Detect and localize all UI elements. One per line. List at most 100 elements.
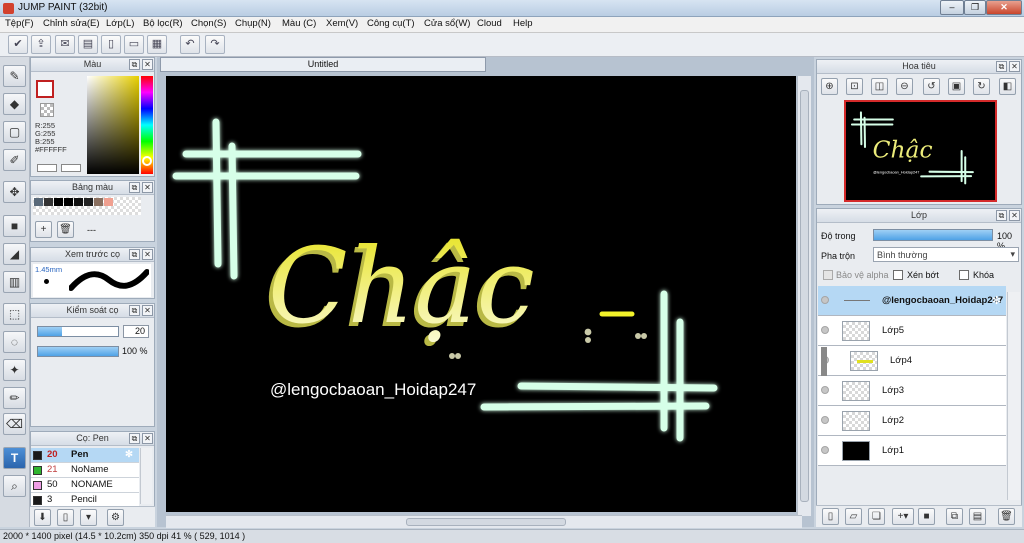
- menu-capture[interactable]: Chụp(N): [235, 18, 271, 29]
- visibility-eye-icon[interactable]: [821, 416, 829, 424]
- panel-detach-icon[interactable]: ⧉: [129, 59, 140, 70]
- menu-tools[interactable]: Công cụ(T): [367, 18, 415, 29]
- navigator-thumbnail[interactable]: Chậc @lengocbaoan_Hoidap247: [844, 100, 997, 202]
- layer-row[interactable]: Lớp3: [818, 376, 1006, 406]
- foreground-color-swatch[interactable]: [36, 80, 54, 98]
- palette-swatch[interactable]: [64, 198, 73, 206]
- hue-handle[interactable]: [142, 156, 152, 166]
- select-eraser-icon[interactable]: ⌫: [3, 413, 26, 435]
- brush-item[interactable]: 21 NoName: [31, 463, 139, 478]
- menu-select[interactable]: Chọn(S): [191, 18, 226, 29]
- move-tool-icon[interactable]: ✥: [3, 181, 26, 203]
- brush-size-slider[interactable]: [37, 326, 119, 337]
- brush-settings-icon[interactable]: ⚙: [107, 509, 124, 526]
- gradient-tool-icon[interactable]: ▥: [3, 271, 26, 293]
- delete-layer-icon[interactable]: 🗑: [998, 508, 1015, 525]
- panel-close-icon[interactable]: ✕: [142, 249, 153, 260]
- panel-detach-icon[interactable]: ⧉: [129, 433, 140, 444]
- document-tab[interactable]: Untitled: [160, 57, 486, 72]
- rotate-right-icon[interactable]: ↻: [973, 78, 990, 95]
- flip-icon[interactable]: ◧: [999, 78, 1016, 95]
- undo-icon[interactable]: ↶: [180, 35, 200, 54]
- pen-tool-icon[interactable]: ✐: [3, 149, 26, 171]
- drawing-canvas[interactable]: Chậc Chậc @lengocbaoan_Hoidap247: [166, 76, 796, 512]
- menu-filter[interactable]: Bộ lọc(R): [143, 18, 183, 29]
- palette-swatch[interactable]: [44, 198, 53, 206]
- panel-detach-icon[interactable]: ⧉: [129, 305, 140, 316]
- panel-detach-icon[interactable]: ⧉: [129, 182, 140, 193]
- palette-swatch[interactable]: [54, 198, 63, 206]
- close-button[interactable]: ✕: [986, 0, 1022, 15]
- eraser-tool-icon[interactable]: ◆: [3, 93, 26, 115]
- maximize-button[interactable]: ❐: [964, 0, 986, 15]
- lock-checkbox[interactable]: [959, 270, 969, 280]
- panel-close-icon[interactable]: ✕: [142, 182, 153, 193]
- layer-add-menu-icon[interactable]: +▾: [892, 508, 914, 525]
- menu-color[interactable]: Màu (C): [282, 18, 316, 29]
- blend-mode-select[interactable]: Bình thường ▾: [873, 247, 1019, 262]
- gear-icon[interactable]: ✻: [992, 294, 1001, 307]
- rotate-left-icon[interactable]: ↺: [923, 78, 940, 95]
- fit-screen-icon[interactable]: ▣: [948, 78, 965, 95]
- layer-list-scrollbar[interactable]: [1007, 292, 1020, 500]
- export-icon[interactable]: ⇪: [31, 35, 51, 54]
- gear-icon[interactable]: ✻: [125, 448, 133, 462]
- layer-row[interactable]: Lớp4: [818, 346, 1006, 377]
- brush-list-scrollbar[interactable]: [140, 448, 152, 504]
- palette-swatch[interactable]: [74, 198, 83, 206]
- text-tool-icon[interactable]: T: [3, 447, 26, 469]
- fill-tool-icon[interactable]: ◢: [3, 243, 26, 265]
- new-layer-icon[interactable]: ▯: [822, 508, 839, 525]
- brush-opacity-slider[interactable]: [37, 346, 119, 357]
- eyedropper-tool-icon[interactable]: ⌕: [3, 475, 26, 497]
- vertical-scroll-thumb[interactable]: [800, 90, 809, 502]
- cloud-sync-icon[interactable]: ✔: [8, 35, 28, 54]
- zoom-fit-icon[interactable]: ⊡: [846, 78, 863, 95]
- lasso-tool-icon[interactable]: ◌: [3, 331, 26, 353]
- canvas-horizontal-scrollbar[interactable]: [166, 515, 802, 528]
- panel-close-icon[interactable]: ✕: [142, 59, 153, 70]
- color-option-button[interactable]: [61, 164, 81, 172]
- palette-swatch[interactable]: [94, 198, 103, 206]
- brush-item[interactable]: 20 Pen ✻: [31, 448, 139, 463]
- grid-icon[interactable]: ▦: [147, 35, 167, 54]
- shape-tool-icon[interactable]: ■: [3, 215, 26, 237]
- visibility-eye-icon[interactable]: [821, 446, 829, 454]
- comment-icon[interactable]: ▤: [78, 35, 98, 54]
- layer-row[interactable]: Lớp5: [818, 316, 1006, 346]
- saturation-value-field[interactable]: [87, 76, 139, 174]
- background-color-swatch[interactable]: [40, 103, 54, 117]
- panel-detach-icon[interactable]: ⧉: [996, 210, 1007, 221]
- brush-cloud-icon[interactable]: ⬇: [34, 509, 51, 526]
- layer-opacity-slider[interactable]: [873, 229, 993, 241]
- zoom-in-icon[interactable]: ⊕: [821, 78, 838, 95]
- palette-swatch[interactable]: [104, 198, 113, 206]
- panel-close-icon[interactable]: ✕: [142, 305, 153, 316]
- zoom-reset-icon[interactable]: ◫: [871, 78, 888, 95]
- panel-detach-icon[interactable]: ⧉: [996, 61, 1007, 72]
- brush-item[interactable]: 50 NONAME: [31, 478, 139, 493]
- select-pen-icon[interactable]: ✏: [3, 387, 26, 409]
- menu-help[interactable]: Help: [513, 18, 533, 29]
- color-option-button[interactable]: [37, 164, 57, 172]
- palette-swatch[interactable]: [84, 198, 93, 206]
- panel-detach-icon[interactable]: ⧉: [129, 249, 140, 260]
- menu-layer[interactable]: Lớp(L): [106, 18, 134, 29]
- brush-options-icon[interactable]: ▾: [80, 509, 97, 526]
- layer-row[interactable]: Lớp2: [818, 406, 1006, 436]
- copy-layer-icon[interactable]: ❏: [868, 508, 885, 525]
- menu-cloud[interactable]: Cloud: [477, 18, 502, 29]
- chat-icon[interactable]: ✉: [55, 35, 75, 54]
- select-tool-icon[interactable]: ⬚: [3, 303, 26, 325]
- page-icon[interactable]: ▯: [101, 35, 121, 54]
- visibility-eye-icon[interactable]: [821, 326, 829, 334]
- brush-tool-icon[interactable]: ✎: [3, 65, 26, 87]
- clip-checkbox[interactable]: [893, 270, 903, 280]
- layer-row[interactable]: @lengocbaoan_Hoidap247 ✻: [818, 286, 1006, 316]
- menu-window[interactable]: Cửa sổ(W): [424, 18, 470, 29]
- pages-icon[interactable]: ▭: [124, 35, 144, 54]
- folder-icon[interactable]: ■: [918, 508, 935, 525]
- redo-icon[interactable]: ↷: [205, 35, 225, 54]
- panel-close-icon[interactable]: ✕: [1009, 61, 1020, 72]
- new-layer-folder-icon[interactable]: ▱: [845, 508, 862, 525]
